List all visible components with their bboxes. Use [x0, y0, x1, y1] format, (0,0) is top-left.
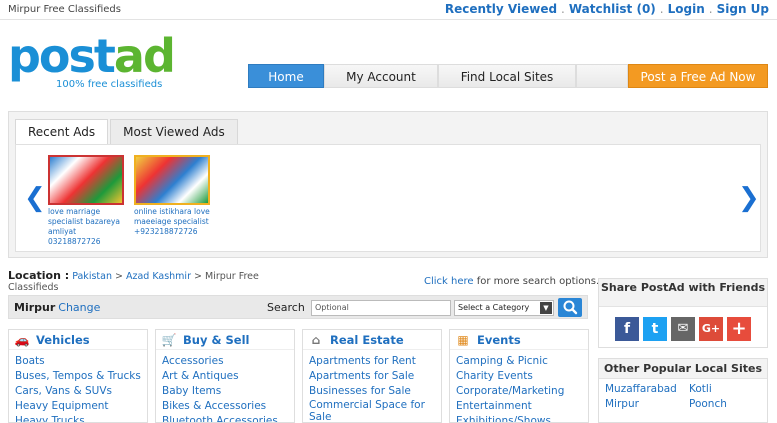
advanced-search-hint: Click here for more search options.	[424, 276, 599, 287]
search-bar: Mirpur Change Search Optional Select a Ca…	[8, 295, 588, 319]
next-arrow-icon[interactable]: ❯	[738, 183, 760, 213]
category-link[interactable]: Apartments for Rent	[309, 354, 435, 369]
svg-text:100% free classifieds: 100% free classifieds	[56, 79, 162, 90]
signup-link[interactable]: Sign Up	[717, 2, 769, 16]
share-title: Share PostAd with Friends	[599, 279, 767, 307]
current-city: Mirpur Change	[14, 301, 100, 314]
category-link[interactable]: Entertainment	[456, 399, 582, 414]
search-hint-text: for more search options.	[476, 276, 600, 287]
search-label: Search	[267, 301, 305, 314]
googleplus-icon[interactable]: G+	[699, 317, 723, 341]
category-link[interactable]: Commercial Space for Sale	[309, 399, 435, 422]
category-vehicles: 🚗 Vehicles Boats Buses, Tempos & Trucks C…	[8, 329, 148, 423]
nav-find-local-sites[interactable]: Find Local Sites	[438, 64, 576, 88]
tab-recent-ads[interactable]: Recent Ads	[15, 119, 109, 145]
popular-site-link[interactable]: Muzaffarabad	[605, 383, 689, 395]
search-input[interactable]: Optional	[311, 300, 451, 316]
category-link[interactable]: Heavy Trucks	[15, 414, 141, 422]
category-link[interactable]: Art & Antiques	[162, 369, 288, 384]
category-link[interactable]: Accessories	[162, 354, 288, 369]
chevron-down-icon[interactable]: ▼	[540, 302, 552, 314]
ad-card[interactable]: love marriage specialist bazareya amliya…	[48, 155, 124, 247]
nav-home[interactable]: Home	[248, 64, 324, 88]
category-link[interactable]: Bikes & Accessories	[162, 399, 288, 414]
recently-viewed-link[interactable]: Recently Viewed	[445, 2, 557, 16]
twitter-icon[interactable]: t	[643, 317, 667, 341]
category-link[interactable]: Boats	[15, 354, 141, 369]
category-real-estate: ⌂ Real Estate Apartments for Rent Apartme…	[302, 329, 442, 423]
calendar-icon: ▦	[457, 333, 469, 347]
category-link[interactable]: Corporate/Marketing	[456, 384, 582, 399]
postad-logo[interactable]: postad 100% free classifieds	[8, 30, 188, 90]
ads-tabs: Recent Ads Most Viewed Ads	[15, 119, 240, 145]
category-events: ▦ Events Camping & Picnic Charity Events …	[449, 329, 589, 423]
watchlist-link[interactable]: Watchlist	[569, 2, 632, 16]
category-link[interactable]: Charity Events	[456, 369, 582, 384]
category-link[interactable]: Apartments for Sale	[309, 369, 435, 384]
category-link[interactable]: Cars, Vans & SUVs	[15, 384, 141, 399]
category-header[interactable]: 🛒 Buy & Sell	[156, 330, 294, 350]
popular-site-link[interactable]: Poonch	[689, 398, 765, 410]
popular-site-link[interactable]: Kotli	[689, 383, 765, 395]
popular-site-link[interactable]: Mirpur	[605, 398, 689, 410]
crumb-azad-kashmir[interactable]: Azad Kashmir	[126, 271, 191, 282]
location-breadcrumb: Location : Pakistan > Azad Kashmir > Mir…	[8, 269, 259, 293]
main-nav: Home My Account Find Local Sites	[248, 64, 628, 88]
popular-sites-box: Other Popular Local Sites Muzaffarabad K…	[598, 358, 768, 423]
post-free-ad-button[interactable]: Post a Free Ad Now	[628, 64, 768, 88]
share-box: Share PostAd with Friends f t ✉ G+ +	[598, 278, 768, 348]
category-link[interactable]: Buses, Tempos & Trucks	[15, 369, 141, 384]
facebook-icon[interactable]: f	[615, 317, 639, 341]
cart-icon: 🛒	[161, 333, 177, 347]
svg-text:postad: postad	[8, 30, 174, 83]
watchlist-count[interactable]: (0)	[636, 2, 655, 16]
ad-card[interactable]: online istikhara love maeeiage specialis…	[134, 155, 210, 237]
category-link[interactable]: Businesses for Sale	[309, 384, 435, 399]
location-label: Location :	[8, 269, 70, 282]
category-header[interactable]: 🚗 Vehicles	[9, 330, 147, 350]
popular-sites-title: Other Popular Local Sites	[599, 359, 767, 379]
top-links: Recently Viewed. Watchlist (0). Login. Sign…	[444, 2, 769, 16]
house-icon: ⌂	[311, 333, 321, 347]
category-link[interactable]: Camping & Picnic	[456, 354, 582, 369]
ad-title[interactable]: love marriage specialist bazareya amliya…	[48, 207, 124, 247]
category-link[interactable]: Heavy Equipment	[15, 399, 141, 414]
category-link[interactable]: Baby Items	[162, 384, 288, 399]
tab-most-viewed-ads[interactable]: Most Viewed Ads	[110, 119, 238, 145]
ads-panel: ❮ love marriage specialist bazareya amli…	[15, 144, 761, 252]
category-buy-sell: 🛒 Buy & Sell Accessories Art & Antiques B…	[155, 329, 295, 423]
category-header[interactable]: ⌂ Real Estate	[303, 330, 441, 350]
ads-carousel-box: Recent Ads Most Viewed Ads ❮ love marria…	[8, 111, 768, 258]
change-city-link[interactable]: Change	[58, 301, 100, 314]
category-header[interactable]: ▦ Events	[450, 330, 588, 350]
ad-thumbnail[interactable]	[134, 155, 210, 205]
email-icon[interactable]: ✉	[671, 317, 695, 341]
category-select[interactable]: Select a Category ▼	[454, 300, 554, 316]
nav-my-account[interactable]: My Account	[324, 64, 438, 88]
more-icon[interactable]: +	[727, 317, 751, 341]
prev-arrow-icon[interactable]: ❮	[24, 183, 46, 213]
car-icon: 🚗	[14, 333, 30, 347]
category-link[interactable]: Bluetooth Accessories	[162, 414, 288, 422]
category-link[interactable]: Exhibitions/Shows	[456, 414, 582, 422]
ad-thumbnail[interactable]	[48, 155, 124, 205]
click-here-link[interactable]: Click here	[424, 276, 474, 287]
ad-title[interactable]: online istikhara love maeeiage specialis…	[134, 207, 210, 237]
top-bar: Mirpur Free Classifieds Recently Viewed.…	[0, 0, 777, 20]
crumb-pakistan[interactable]: Pakistan	[72, 271, 112, 282]
city-name: Mirpur	[14, 301, 56, 314]
search-icon	[563, 300, 578, 315]
category-select-value: Select a Category	[458, 303, 530, 312]
login-link[interactable]: Login	[668, 2, 705, 16]
popular-sites-list: Muzaffarabad Kotli Mirpur Poonch	[605, 383, 765, 410]
share-icons: f t ✉ G+ +	[615, 317, 755, 341]
search-button[interactable]	[558, 298, 582, 317]
site-title: Mirpur Free Classifieds	[8, 4, 121, 15]
nav-spacer	[576, 64, 628, 88]
